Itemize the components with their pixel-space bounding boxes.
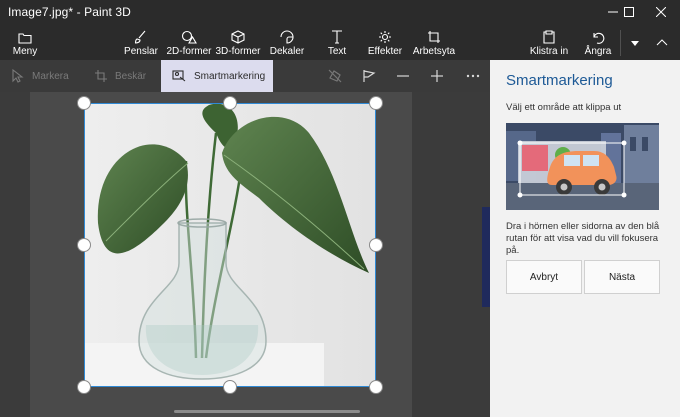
zoom-in-button[interactable] xyxy=(422,60,452,92)
plus-icon xyxy=(431,70,443,82)
title-bar: Image7.jpg* - Paint 3D xyxy=(0,0,680,24)
cube-icon xyxy=(231,30,245,44)
tool-label: 3D-former xyxy=(215,46,261,57)
window-title: Image7.jpg* - Paint 3D xyxy=(8,5,131,19)
tool-label: Dekaler xyxy=(269,46,305,57)
close-button[interactable] xyxy=(644,0,678,24)
magic-select-label: Smartmarkering xyxy=(194,70,266,82)
tool-stickers[interactable]: Dekaler xyxy=(269,24,305,60)
flag-icon xyxy=(363,70,376,82)
select-tool[interactable]: Markera xyxy=(12,60,74,92)
panel-instruction: Välj ett område att klippa ut xyxy=(506,102,622,113)
crop-tool[interactable]: Beskär xyxy=(95,60,155,92)
ribbon-toolbar: Meny Penslar 2D-former 3D-former Dekaler… xyxy=(0,24,680,60)
clipboard-icon xyxy=(543,30,555,44)
effects-icon xyxy=(379,31,391,43)
resize-handle-top[interactable] xyxy=(223,96,237,110)
magic-select-tool[interactable]: Smartmarkering xyxy=(161,60,273,92)
tool-2d-shapes[interactable]: 2D-former xyxy=(165,24,213,60)
next-button[interactable]: Nästa xyxy=(584,260,660,294)
resize-handle-bottom[interactable] xyxy=(223,380,237,394)
magic-select-panel: Smartmarkering Välj ett område att klipp… xyxy=(490,60,680,417)
tool-label: Effekter xyxy=(367,46,403,57)
lasso-remove-icon xyxy=(328,69,342,83)
tool-label: Arbetsyta xyxy=(412,46,456,57)
maximize-button[interactable] xyxy=(612,0,646,24)
tool-effects[interactable]: Effekter xyxy=(367,24,403,60)
sticker-icon xyxy=(280,30,294,44)
tool-label: Penslar xyxy=(124,46,158,57)
canvas-icon xyxy=(428,31,440,43)
menu-button[interactable]: Meny xyxy=(8,24,42,60)
selection-rectangle[interactable] xyxy=(84,103,376,387)
undo-label: Ångra xyxy=(584,46,612,57)
shapes-2d-icon xyxy=(181,30,197,44)
add-to-selection-button[interactable] xyxy=(354,60,384,92)
select-label: Markera xyxy=(32,70,69,82)
resize-handle-top-left[interactable] xyxy=(77,96,91,110)
cursor-icon xyxy=(12,69,24,83)
resize-handle-top-right[interactable] xyxy=(369,96,383,110)
remove-from-selection-button[interactable] xyxy=(320,60,350,92)
brush-icon xyxy=(134,30,146,44)
text-icon xyxy=(332,30,342,44)
canvas-area[interactable] xyxy=(0,92,490,417)
more-options-button[interactable] xyxy=(458,60,488,92)
undo-icon xyxy=(593,32,605,44)
chevron-up-icon xyxy=(656,38,668,45)
history-dropdown[interactable] xyxy=(624,24,646,60)
panel-description: Dra i hörnen eller sidorna av den blå ru… xyxy=(506,221,660,256)
more-icon xyxy=(466,74,480,78)
panel-edge-accent xyxy=(482,207,490,307)
collapse-ribbon-button[interactable] xyxy=(648,24,676,60)
paste-button[interactable]: Klistra in xyxy=(529,24,569,60)
tool-brushes[interactable]: Penslar xyxy=(124,24,158,60)
close-icon xyxy=(656,7,666,17)
resize-handle-left[interactable] xyxy=(77,238,91,252)
crop-label: Beskär xyxy=(115,70,147,82)
magic-select-icon xyxy=(172,70,186,82)
tool-label: 2D-former xyxy=(166,46,212,57)
panel-title: Smartmarkering xyxy=(506,72,613,89)
folder-icon xyxy=(18,33,32,44)
maximize-icon xyxy=(624,7,634,17)
crop-icon xyxy=(95,70,107,82)
chevron-down-icon xyxy=(631,40,639,46)
undo-button[interactable]: Ångra xyxy=(584,24,612,60)
resize-handle-bottom-left[interactable] xyxy=(77,380,91,394)
zoom-out-button[interactable] xyxy=(388,60,418,92)
tool-3d-shapes[interactable]: 3D-former xyxy=(214,24,262,60)
magic-select-illustration xyxy=(506,123,659,210)
cancel-button[interactable]: Avbryt xyxy=(506,260,582,294)
resize-handle-right[interactable] xyxy=(369,238,383,252)
paste-label: Klistra in xyxy=(529,46,569,57)
minus-icon xyxy=(397,75,409,77)
tool-canvas[interactable]: Arbetsyta xyxy=(413,24,455,60)
sub-toolbar: Markera Beskär Smartmarkering xyxy=(0,60,490,92)
menu-label: Meny xyxy=(12,46,38,57)
resize-handle-bottom-right[interactable] xyxy=(369,380,383,394)
ribbon-divider xyxy=(620,30,621,56)
tool-text[interactable]: Text xyxy=(322,24,352,60)
horizontal-scrollbar[interactable] xyxy=(174,410,360,413)
tool-label: Text xyxy=(327,46,347,57)
